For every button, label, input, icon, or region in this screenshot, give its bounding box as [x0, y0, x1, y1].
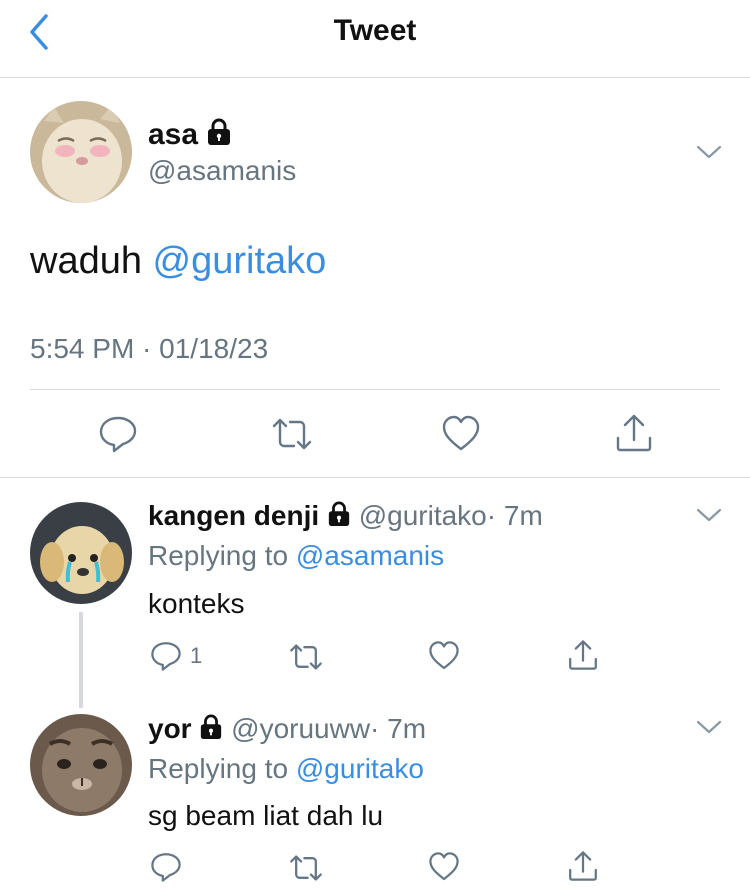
avatar-kitten-image	[30, 714, 132, 816]
replying-prefix: Replying to	[148, 540, 289, 571]
like-button[interactable]	[428, 640, 460, 672]
reply-count: 1	[190, 643, 203, 668]
reply-text: sg beam liat dah lu	[148, 800, 384, 831]
share-icon	[569, 640, 597, 670]
more-options-button[interactable]	[696, 506, 722, 524]
reply-time: · 7m	[486, 500, 543, 531]
retweet-button[interactable]	[288, 853, 324, 883]
mention-link[interactable]: @asamanis	[296, 540, 444, 571]
like-icon	[429, 852, 459, 881]
reply-button[interactable]: 1	[150, 640, 210, 672]
reply-header: yor @yoruuww· 7m	[148, 713, 426, 747]
reply-button[interactable]	[150, 851, 182, 883]
retweet-icon	[272, 418, 312, 450]
reply-button[interactable]	[98, 414, 138, 454]
retweet-icon	[290, 855, 322, 881]
display-name[interactable]: kangen denji	[148, 500, 319, 531]
reply-icon	[99, 416, 137, 453]
reply-time: · 7m	[370, 713, 427, 744]
user-handle[interactable]: @asamanis	[148, 155, 296, 187]
lock-icon	[206, 118, 232, 154]
thread-line	[79, 612, 83, 708]
chevron-down-icon	[696, 720, 722, 734]
like-button[interactable]	[428, 851, 460, 883]
reply-text: konteks	[148, 588, 245, 619]
replying-to: Replying to @guritako	[148, 753, 424, 785]
user-handle[interactable]: @yoruuww	[231, 713, 370, 744]
divider	[0, 477, 750, 478]
share-icon	[569, 851, 597, 881]
page-title: Tweet	[333, 14, 417, 47]
share-button[interactable]	[567, 638, 599, 672]
avatar[interactable]	[30, 502, 132, 604]
lock-icon	[327, 501, 351, 534]
tweet-text: waduh @guritako	[30, 240, 326, 283]
avatar-dog-image	[30, 502, 132, 604]
reply-header: kangen denji @guritako· 7m	[148, 500, 543, 534]
share-button[interactable]	[567, 849, 599, 883]
top-bar: Tweet	[0, 0, 750, 78]
more-options-button[interactable]	[696, 718, 722, 736]
like-icon	[429, 641, 459, 670]
replying-to: Replying to @asamanis	[148, 540, 444, 572]
avatar[interactable]	[30, 714, 132, 816]
display-name[interactable]: asa	[148, 118, 198, 151]
replying-prefix: Replying to	[148, 753, 289, 784]
avatar-cat-image	[30, 101, 132, 203]
tweet-timestamp: 5:54 PM · 01/18/23	[30, 333, 269, 364]
chevron-down-icon	[696, 508, 722, 522]
retweet-icon	[290, 644, 322, 670]
more-options-button[interactable]	[696, 143, 722, 161]
tweet-body: waduh	[30, 240, 142, 282]
reply-icon	[151, 642, 181, 671]
divider	[30, 389, 720, 390]
share-button[interactable]	[614, 412, 654, 454]
retweet-button[interactable]	[270, 416, 314, 452]
mention-link[interactable]: @guritako	[296, 753, 424, 784]
retweet-button[interactable]	[288, 642, 324, 672]
share-icon	[616, 414, 652, 452]
user-handle[interactable]: @guritako	[359, 500, 487, 531]
mention-link[interactable]: @guritako	[153, 240, 327, 282]
reply-icon	[151, 853, 181, 882]
chevron-down-icon	[696, 145, 722, 159]
display-name[interactable]: yor	[148, 713, 192, 744]
lock-icon	[199, 714, 223, 747]
avatar[interactable]	[30, 101, 132, 203]
like-button[interactable]	[441, 414, 481, 454]
like-icon	[442, 415, 480, 451]
